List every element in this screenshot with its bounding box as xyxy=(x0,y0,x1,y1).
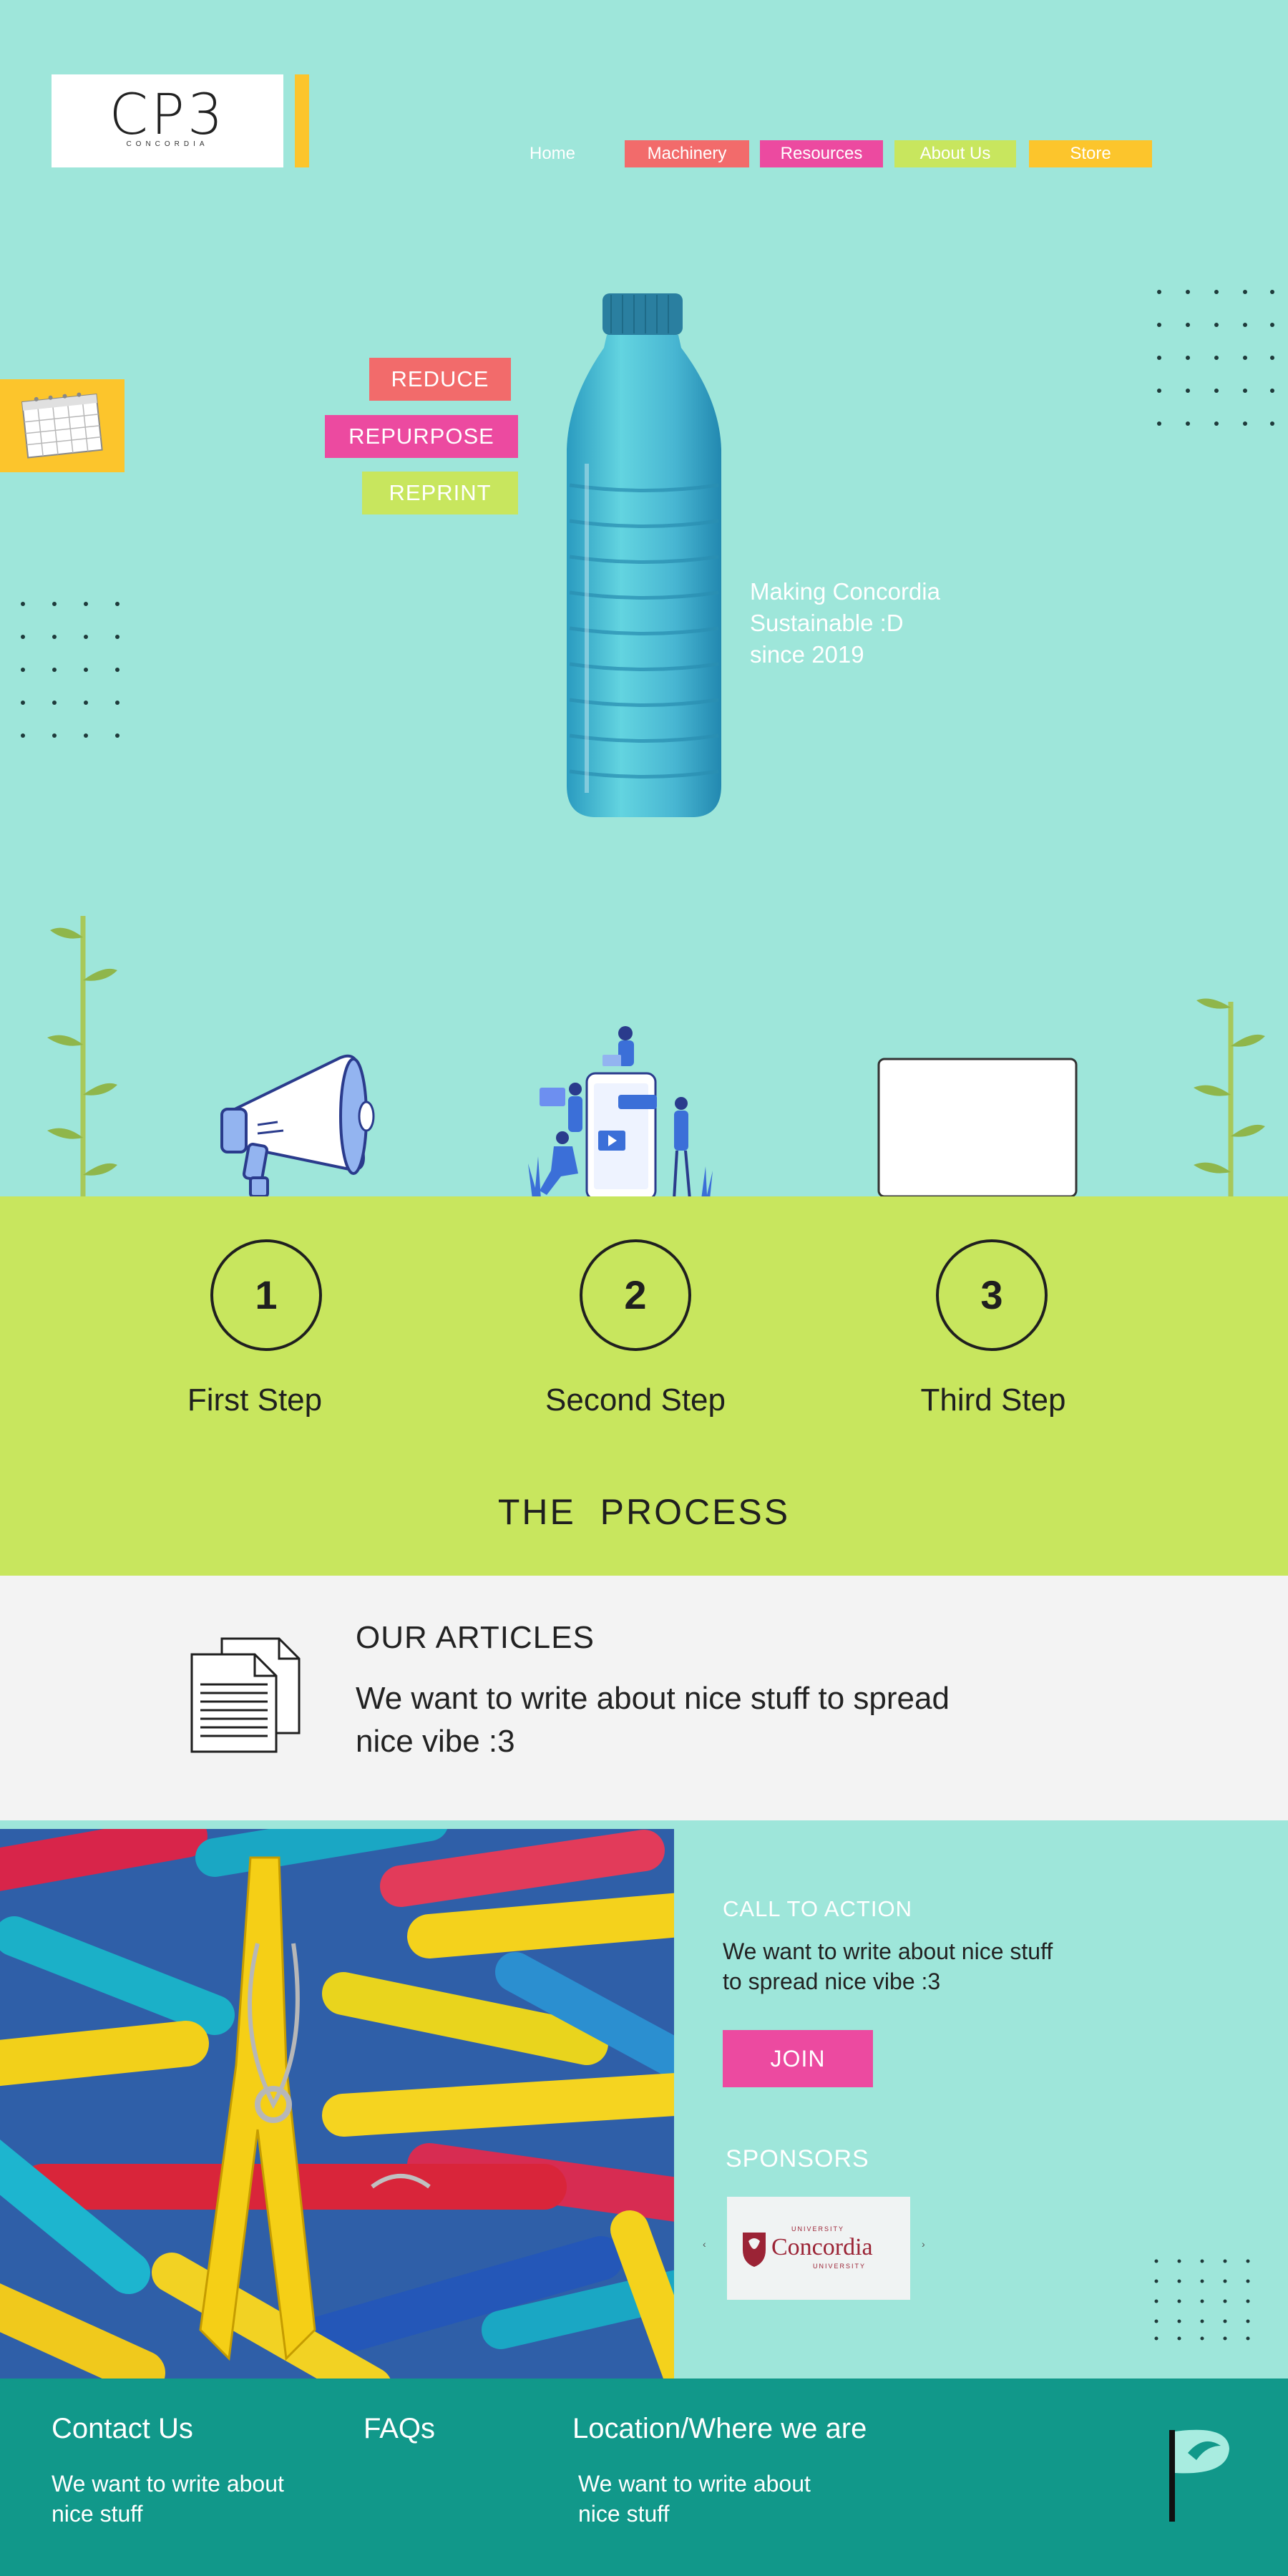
articles-body: We want to write about nice stuff to spr… xyxy=(356,1681,950,1759)
social-media-illustration xyxy=(521,1026,723,1201)
articles-title: OUR ARTICLES xyxy=(356,1620,595,1655)
join-button[interactable]: JOIN xyxy=(723,2030,873,2087)
sponsor-label-top: UNIVERSITY xyxy=(791,2225,845,2233)
nav-home[interactable]: Home xyxy=(501,140,604,167)
step-number-badge: 3 xyxy=(936,1239,1048,1351)
step-label: First Step xyxy=(187,1382,323,1418)
nav-about-us[interactable]: About Us xyxy=(894,140,1016,167)
concordia-shield-icon xyxy=(743,2233,766,2267)
calendar-icon xyxy=(21,392,103,459)
sponsor-prev-arrow[interactable]: ‹ xyxy=(703,2238,706,2250)
sponsor-logo-concordia[interactable]: UNIVERSITY Concordia UNIVERSITY xyxy=(727,2197,910,2300)
logo[interactable]: CP3 CONCORDIA xyxy=(52,74,283,167)
hero-tagline: Making Concordia Sustainable :D since 20… xyxy=(750,576,1008,670)
sponsors-title: SPONSORS xyxy=(726,2145,869,2172)
nav-machinery[interactable]: Machinery xyxy=(625,140,749,167)
sponsor-name: Concordia xyxy=(771,2234,873,2260)
clothespins-photo xyxy=(0,1829,674,2379)
process-title: THE PROCESS xyxy=(497,1492,791,1532)
footer-contact-body: We want to write about nice stuff xyxy=(52,2471,284,2527)
sponsor-next-arrow[interactable]: › xyxy=(922,2238,925,2250)
nav-resources[interactable]: Resources xyxy=(760,140,883,167)
cta-body: We want to write about nice stuff to spr… xyxy=(723,1938,1053,1994)
calendar-badge[interactable] xyxy=(0,379,125,472)
nav-store[interactable]: Store xyxy=(1029,140,1152,167)
sponsor-label-bottom: UNIVERSITY xyxy=(813,2263,867,2270)
tag-repurpose: REPURPOSE xyxy=(325,415,518,458)
step-label: Third Step xyxy=(920,1382,1066,1418)
step-number-badge: 1 xyxy=(210,1239,322,1351)
logo-subtitle: CONCORDIA xyxy=(126,140,209,148)
dot-grid-decoration xyxy=(1157,290,1274,426)
water-bottle-image xyxy=(567,293,721,817)
tag-reduce: REDUCE xyxy=(369,358,511,401)
document-stack-icon xyxy=(190,1637,301,1753)
step-label: Second Step xyxy=(545,1382,726,1418)
logo-mark: CP3 xyxy=(109,83,226,147)
tag-reprint: REPRINT xyxy=(362,472,518,514)
logo-accent-bar xyxy=(295,74,309,167)
dot-grid-decoration xyxy=(21,602,119,738)
footer-faqs-title[interactable]: FAQs xyxy=(364,2413,435,2445)
step-number-badge: 2 xyxy=(580,1239,691,1351)
footer-contact-title[interactable]: Contact Us xyxy=(52,2413,193,2445)
cp3-logo-icon[interactable] xyxy=(1159,2424,1231,2524)
footer-location-body: We want to write about nice stuff xyxy=(578,2471,811,2527)
hero-tagline-line: since 2019 xyxy=(750,641,864,668)
hero-tagline-line: Making Concordia xyxy=(750,578,940,605)
hero-tagline-line: Sustainable :D xyxy=(750,610,904,636)
cta-title: CALL TO ACTION xyxy=(723,1896,912,1921)
plant-icon xyxy=(1194,998,1265,1199)
dot-grid-decoration xyxy=(1154,2259,1250,2341)
megaphone-icon xyxy=(220,1054,375,1198)
plant-icon xyxy=(47,916,117,1199)
footer-location-title[interactable]: Location/Where we are xyxy=(572,2413,867,2445)
laptop-icon xyxy=(867,1058,1089,1201)
